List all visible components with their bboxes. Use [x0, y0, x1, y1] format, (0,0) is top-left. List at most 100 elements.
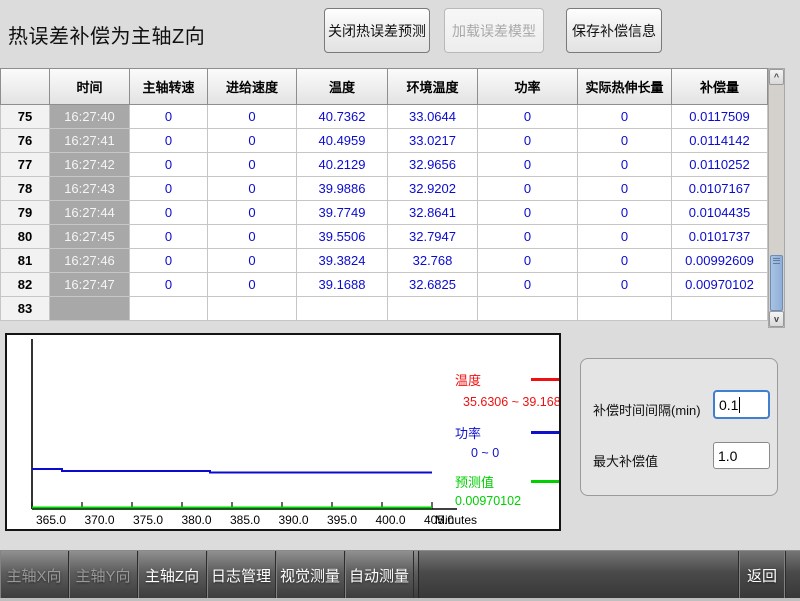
data-cell: 39.9886	[297, 177, 388, 201]
column-header: 功率	[478, 68, 578, 105]
interval-input[interactable]: 0.1	[713, 390, 770, 419]
row-index-cell: 79	[0, 201, 50, 225]
row-index-cell: 83	[0, 297, 50, 321]
max-compensation-value: 1.0	[718, 448, 737, 464]
scrollbar-thumb[interactable]	[770, 255, 783, 311]
data-cell: 0	[130, 153, 208, 177]
table-row[interactable]: 8216:27:470039.168832.6825000.00970102	[0, 273, 768, 297]
nav-spindle-y: 主轴Y向	[69, 551, 138, 599]
x-axis-unit-label: Minutes	[435, 513, 477, 527]
data-cell: 0	[478, 273, 578, 297]
time-cell: 16:27:43	[50, 177, 130, 201]
data-cell: 0.00970102	[672, 273, 768, 297]
nav-log-management[interactable]: 日志管理	[207, 551, 276, 599]
bottom-navigation-bar: 主轴X向主轴Y向主轴Z向日志管理视觉测量自动测量 返回	[0, 550, 800, 598]
column-header: 时间	[50, 68, 130, 105]
table-row[interactable]: 7616:27:410040.495933.0217000.0114142	[0, 129, 768, 153]
data-cell: 0	[478, 225, 578, 249]
data-cell: 0	[578, 129, 672, 153]
legend-series-value: 0 ~ 0	[471, 446, 499, 460]
data-cell: 0	[578, 225, 672, 249]
save-compensation-info-button[interactable]: 保存补偿信息	[566, 8, 662, 53]
data-cell: 32.8641	[388, 201, 478, 225]
data-cell: 0	[478, 105, 578, 129]
column-header: 环境温度	[388, 68, 478, 105]
close-thermal-error-prediction-button[interactable]: 关闭热误差预测	[324, 8, 430, 53]
data-cell: 0	[208, 225, 297, 249]
data-cell: 0.0117509	[672, 105, 768, 129]
data-cell: 0	[478, 153, 578, 177]
nav-spindle-z[interactable]: 主轴Z向	[138, 551, 207, 599]
data-cell: 33.0644	[388, 105, 478, 129]
legend-series-value: 35.6306 ~ 39.1688	[463, 395, 561, 409]
data-cell: 39.5506	[297, 225, 388, 249]
table-header-row: 时间主轴转速进给速度温度环境温度功率实际热伸长量补偿量	[0, 68, 768, 105]
time-cell: 16:27:46	[50, 249, 130, 273]
text-caret	[739, 397, 740, 413]
data-cell: 39.1688	[297, 273, 388, 297]
legend-series-name: 温度	[455, 370, 481, 389]
column-header: 实际热伸长量	[578, 68, 672, 105]
column-header: 进给速度	[208, 68, 297, 105]
max-compensation-input[interactable]: 1.0	[713, 442, 770, 469]
data-cell	[297, 297, 388, 321]
data-cell: 0.0104435	[672, 201, 768, 225]
row-index-cell: 78	[0, 177, 50, 201]
row-index-cell: 76	[0, 129, 50, 153]
scroll-up-icon[interactable]: ^	[769, 69, 784, 85]
column-header: 补偿量	[672, 68, 768, 105]
data-cell: 0	[208, 105, 297, 129]
data-cell: 0.0110252	[672, 153, 768, 177]
x-tick-label: 390.0	[272, 513, 316, 527]
nav-visual-measure[interactable]: 视觉测量	[276, 551, 345, 599]
data-cell: 0.00992609	[672, 249, 768, 273]
row-index-cell: 75	[0, 105, 50, 129]
data-cell: 0	[208, 273, 297, 297]
table-row[interactable]: 7716:27:420040.212932.9656000.0110252	[0, 153, 768, 177]
scroll-down-icon[interactable]: v	[769, 311, 784, 327]
table-row[interactable]: 7916:27:440039.774932.8641000.0104435	[0, 201, 768, 225]
data-cell: 0	[578, 105, 672, 129]
row-index-cell: 81	[0, 249, 50, 273]
x-tick-label: 380.0	[175, 513, 219, 527]
nav-spindle-x: 主轴X向	[0, 551, 69, 599]
table-row[interactable]: 7816:27:430039.988632.9202000.0107167	[0, 177, 768, 201]
x-tick-label: 370.0	[78, 513, 122, 527]
row-index-cell: 82	[0, 273, 50, 297]
data-cell: 32.9202	[388, 177, 478, 201]
legend-line-swatch-icon	[531, 480, 561, 483]
max-compensation-label: 最大补偿值	[593, 451, 658, 470]
table-scrollbar[interactable]: ^ v	[768, 68, 785, 328]
data-cell: 0	[578, 153, 672, 177]
data-table: 时间主轴转速进给速度温度环境温度功率实际热伸长量补偿量 7516:27:4000…	[0, 68, 768, 321]
data-cell: 32.9656	[388, 153, 478, 177]
row-index-cell: 77	[0, 153, 50, 177]
compensation-settings-panel: 补偿时间间隔(min) 0.1 最大补偿值 1.0	[580, 358, 778, 496]
table-row[interactable]: 8116:27:460039.382432.768000.00992609	[0, 249, 768, 273]
x-tick-label: 400.0	[369, 513, 413, 527]
table-row[interactable]: 7516:27:400040.736233.0644000.0117509	[0, 105, 768, 129]
interval-value: 0.1	[719, 397, 738, 413]
back-button[interactable]: 返回	[738, 551, 786, 599]
data-cell: 0	[208, 201, 297, 225]
time-cell: 16:27:42	[50, 153, 130, 177]
table-row[interactable]: 83	[0, 297, 768, 321]
column-header: 温度	[297, 68, 388, 105]
legend-line-swatch-icon	[531, 431, 561, 434]
data-cell: 0	[578, 273, 672, 297]
time-cell: 16:27:40	[50, 105, 130, 129]
x-tick-label: 365.0	[29, 513, 73, 527]
data-cell: 0	[130, 177, 208, 201]
data-cell	[208, 297, 297, 321]
data-cell: 0	[208, 177, 297, 201]
legend-series-name: 预测值	[455, 472, 494, 491]
table-body: 7516:27:400040.736233.0644000.0117509761…	[0, 105, 768, 321]
nav-auto-measure[interactable]: 自动测量	[345, 551, 414, 599]
thumb-grip-icon	[771, 258, 782, 264]
legend-item: 预测值	[455, 472, 561, 491]
data-cell	[130, 297, 208, 321]
table-row[interactable]: 8016:27:450039.550632.7947000.0101737	[0, 225, 768, 249]
page-title: 热误差补偿为主轴Z向	[8, 20, 205, 49]
data-cell: 40.7362	[297, 105, 388, 129]
data-cell: 0	[208, 153, 297, 177]
